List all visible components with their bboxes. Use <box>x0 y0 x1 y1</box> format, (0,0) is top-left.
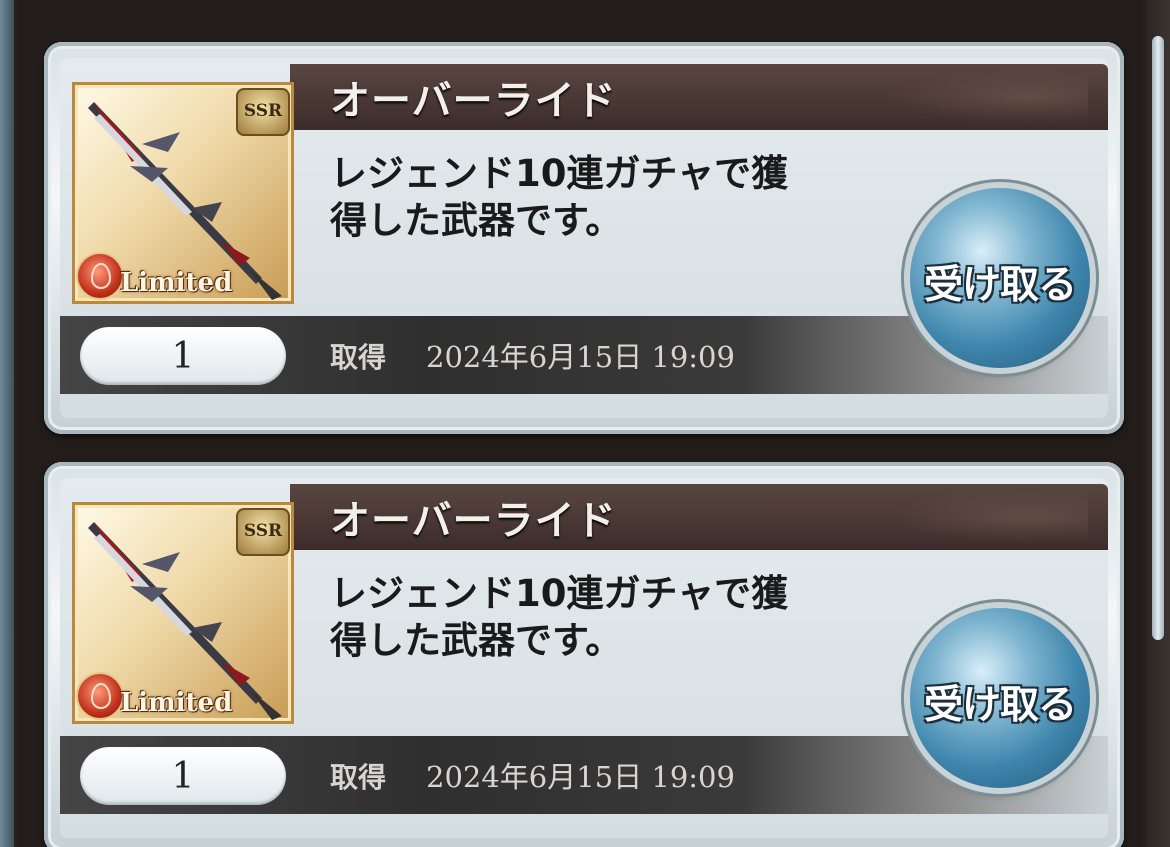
quantity-display: 1 <box>80 327 286 385</box>
limited-tag: Limited <box>120 688 233 718</box>
description-line: レジェンド10連ガチャで獲 <box>330 152 789 195</box>
weapon-thumbnail[interactable]: SSR Limited <box>72 502 294 724</box>
gift-list-screen: オーバーライド レジェンド10連ガチャで獲 得した武器です。 1 取得 2024… <box>0 0 1170 847</box>
acquired-date: 2024年6月15日 19:09 <box>426 340 735 374</box>
receive-button-label: 受け取る <box>923 263 1077 308</box>
acquired-label: 取得 <box>330 761 387 794</box>
receive-button-label: 受け取る <box>923 683 1077 728</box>
description-line: 得した武器です。 <box>330 199 623 242</box>
item-description: レジェンド10連ガチャで獲 得した武器です。 <box>330 150 870 244</box>
receive-button[interactable]: 受け取る <box>910 608 1090 788</box>
description-line: 得した武器です。 <box>330 619 623 662</box>
gift-card: オーバーライド レジェンド10連ガチャで獲 得した武器です。 1 取得 2024… <box>44 42 1124 434</box>
description-line: レジェンド10連ガチャで獲 <box>330 572 789 615</box>
item-description: レジェンド10連ガチャで獲 得した武器です。 <box>330 570 870 664</box>
fire-element-icon <box>76 672 124 720</box>
gift-card: オーバーライド レジェンド10連ガチャで獲 得した武器です。 1 取得 2024… <box>44 462 1124 847</box>
item-name: オーバーライド <box>330 78 617 124</box>
rarity-badge: SSR <box>236 88 290 136</box>
limited-tag: Limited <box>120 268 233 298</box>
fire-element-icon <box>76 252 124 300</box>
weapon-thumbnail[interactable]: SSR Limited <box>72 82 294 304</box>
scrollbar-thumb[interactable] <box>1152 36 1164 640</box>
left-border <box>0 0 14 847</box>
gift-card-body: オーバーライド レジェンド10連ガチャで獲 得した武器です。 1 取得 2024… <box>60 58 1108 418</box>
receive-button[interactable]: 受け取る <box>910 188 1090 368</box>
quantity-display: 1 <box>80 747 286 805</box>
item-name: オーバーライド <box>330 498 617 544</box>
gift-card-body: オーバーライド レジェンド10連ガチャで獲 得した武器です。 1 取得 2024… <box>60 478 1108 838</box>
acquired-date: 2024年6月15日 19:09 <box>426 760 735 794</box>
acquired-label: 取得 <box>330 341 387 374</box>
rarity-badge: SSR <box>236 508 290 556</box>
